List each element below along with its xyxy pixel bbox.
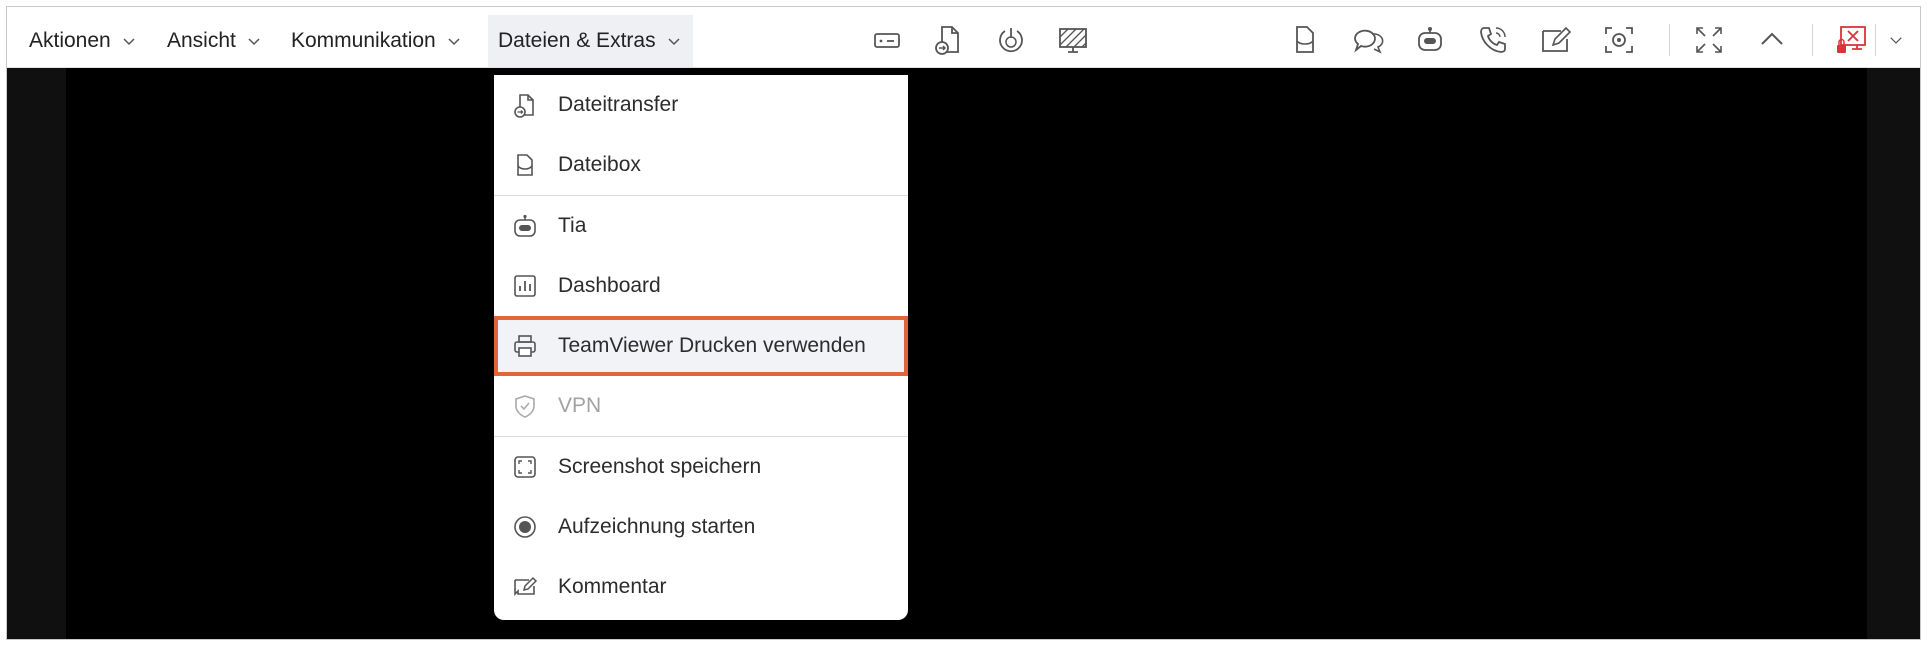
chat-icon[interactable] bbox=[1347, 20, 1387, 60]
menu-item-dateibox[interactable]: Dateibox bbox=[494, 135, 908, 195]
tia-robot-icon[interactable] bbox=[1410, 20, 1450, 60]
end-session-icon[interactable] bbox=[1831, 20, 1871, 60]
remote-screen-area[interactable] bbox=[66, 68, 1867, 639]
comment-pen-icon[interactable] bbox=[1536, 20, 1576, 60]
menu-dateien-extras[interactable]: Dateien & Extras bbox=[488, 15, 693, 67]
file-box-icon[interactable] bbox=[1285, 20, 1325, 60]
screenshot-icon bbox=[510, 452, 540, 482]
printer-icon bbox=[510, 331, 540, 361]
menu-item-label: Aufzeichnung starten bbox=[558, 515, 756, 538]
menu-item-label: Dashboard bbox=[558, 274, 661, 297]
menu-item-label: Kommentar bbox=[558, 575, 667, 598]
menu-ansicht[interactable]: Ansicht bbox=[157, 15, 272, 67]
chevron-down-icon bbox=[248, 38, 260, 46]
menu-ansicht-label: Ansicht bbox=[167, 29, 236, 52]
menu-kommunikation[interactable]: Kommunikation bbox=[281, 15, 472, 67]
tia-robot-icon bbox=[510, 211, 540, 241]
menu-kommunikation-label: Kommunikation bbox=[291, 29, 436, 52]
menu-item-kommentar[interactable]: Kommentar bbox=[494, 557, 908, 617]
menu-item-dateitransfer[interactable]: Dateitransfer bbox=[494, 75, 908, 135]
teamviewer-window: Aktionen Ansicht Kommunikation Dateien &… bbox=[6, 6, 1921, 640]
screenshot-camera-icon[interactable] bbox=[1599, 20, 1639, 60]
menu-item-label: Dateitransfer bbox=[558, 93, 679, 116]
chevron-down-icon bbox=[668, 38, 680, 46]
menu-item-aufzeichnung[interactable]: Aufzeichnung starten bbox=[494, 497, 908, 557]
menu-item-screenshot[interactable]: Screenshot speichern bbox=[494, 437, 908, 497]
chevron-down-icon bbox=[448, 38, 460, 46]
collapse-up-icon[interactable] bbox=[1752, 20, 1792, 60]
comment-icon bbox=[510, 572, 540, 602]
menu-item-label: Screenshot speichern bbox=[558, 455, 762, 478]
disable-screen-icon[interactable] bbox=[1053, 20, 1093, 60]
file-box-icon bbox=[510, 150, 540, 180]
remote-screen-icon[interactable] bbox=[867, 20, 907, 60]
dashboard-icon bbox=[510, 271, 540, 301]
toolbar-divider bbox=[1669, 24, 1670, 56]
menu-item-dashboard[interactable]: Dashboard bbox=[494, 256, 908, 316]
shield-check-icon bbox=[510, 391, 540, 421]
menu-item-label: VPN bbox=[558, 394, 602, 417]
call-icon[interactable] bbox=[1473, 20, 1513, 60]
fullscreen-icon[interactable] bbox=[1689, 20, 1729, 60]
chevron-down-icon bbox=[123, 38, 135, 46]
menu-aktionen-label: Aktionen bbox=[29, 29, 111, 52]
menu-dateien-extras-label: Dateien & Extras bbox=[498, 29, 656, 52]
record-icon bbox=[510, 512, 540, 542]
menu-item-label: TeamViewer Drucken verwenden bbox=[558, 334, 866, 357]
menu-item-label: Tia bbox=[558, 214, 587, 237]
menu-item-label: Dateibox bbox=[558, 153, 641, 176]
toolbar-divider bbox=[1875, 24, 1876, 56]
toolbar-divider bbox=[1812, 24, 1813, 56]
session-toolbar: Aktionen Ansicht Kommunikation Dateien &… bbox=[7, 7, 1920, 68]
menu-item-tia[interactable]: Tia bbox=[494, 196, 908, 256]
dateien-extras-dropdown: Dateitransfer Dateibox Tia Dashboard Tea… bbox=[494, 75, 908, 620]
menu-item-teamviewer-drucken[interactable]: TeamViewer Drucken verwenden bbox=[494, 316, 908, 376]
file-transfer-icon bbox=[510, 90, 540, 120]
menu-aktionen[interactable]: Aktionen bbox=[19, 15, 147, 67]
menu-item-vpn: VPN bbox=[494, 376, 908, 436]
power-restart-icon[interactable] bbox=[991, 20, 1031, 60]
file-transfer-icon[interactable] bbox=[929, 20, 969, 60]
more-chevron-icon[interactable] bbox=[1881, 20, 1911, 60]
